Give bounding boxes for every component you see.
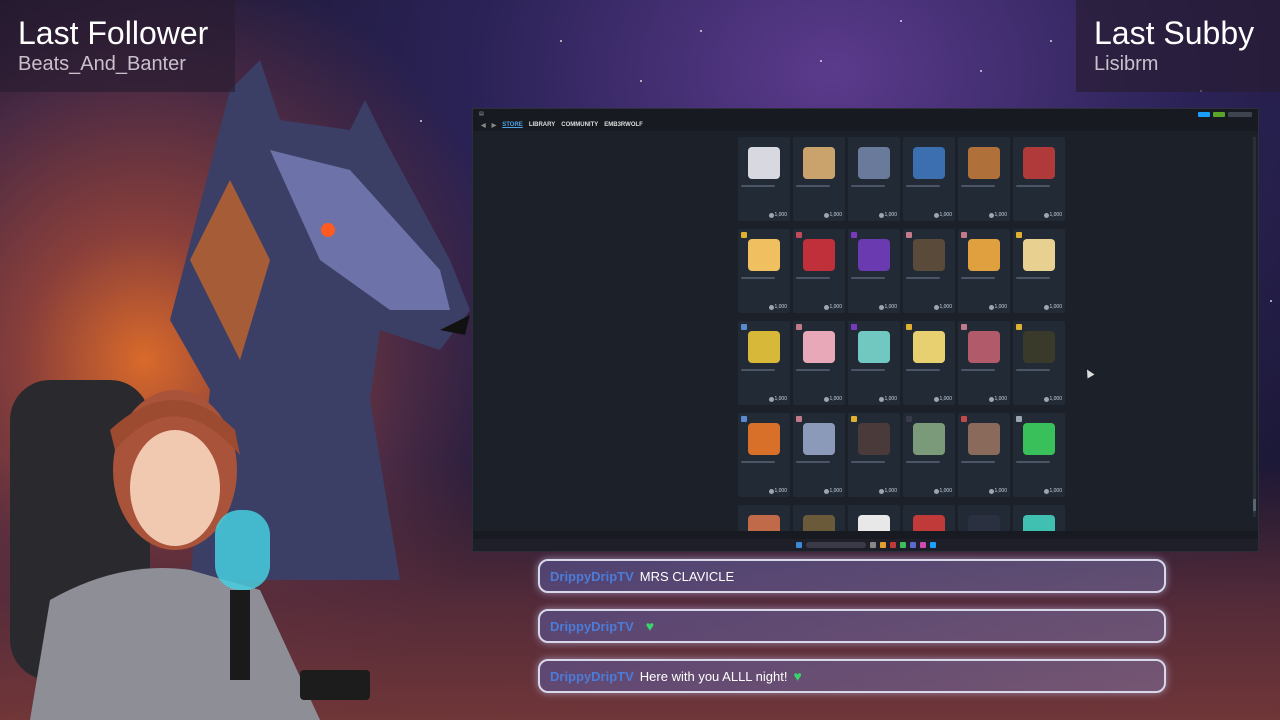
item-card[interactable]: 1,000 [738,413,790,497]
nav-community[interactable]: COMMUNITY [561,122,598,128]
item-card[interactable]: 1,000 [848,413,900,497]
windows-taskbar [473,539,1258,551]
green-heart-icon: ♥ [793,668,802,684]
item-card[interactable]: 1,000 [903,229,955,313]
taskbar-app-icon[interactable] [869,542,876,548]
item-card[interactable]: 1,000 [958,413,1010,497]
wallet-button[interactable] [1213,111,1225,117]
nav-library[interactable]: LIBRARY [529,122,555,128]
chat-username: DrippyDripTV [550,618,634,634]
item-card[interactable]: 1,000 [1013,321,1065,405]
item-card[interactable]: 1,000 [738,137,790,221]
item-card[interactable]: 1,000 [958,137,1010,221]
chat-text: Here with you ALLL night! [639,668,788,684]
last-follower-name: Beats_And_Banter [18,53,186,75]
scrollbar[interactable] [1253,137,1256,517]
item-card[interactable]: 1,000 [958,229,1010,313]
chat-username: DrippyDripTV [550,668,634,684]
item-card[interactable]: 1,000 [1013,413,1065,497]
scrollbar-thumb[interactable] [1253,499,1256,511]
forward-arrow-icon[interactable]: ▶ [492,122,497,129]
item-card[interactable]: 1,000 [903,413,955,497]
steam-titlebar: ▤ [473,109,1258,119]
grid-row: 1,000 1,000 1,000 1,000 1,000 1,000 [738,137,1068,221]
green-heart-icon: ♥ [645,618,655,634]
item-card[interactable]: 1,000 [793,137,845,221]
taskbar-app-icon[interactable] [899,542,906,548]
grid-row: 1,000 1,000 1,000 1,000 1,000 1,000 [738,321,1068,405]
item-card[interactable]: 1,000 [903,321,955,405]
steam-window: ▤ ◀ ▶ STORE LIBRARY COMMUNITY EMB3RWOLF … [472,108,1259,552]
item-card[interactable]: 1,000 [848,137,900,221]
item-card[interactable]: 1,000 [903,137,955,221]
chat-text: MRS CLAVICLE [639,568,735,584]
item-card[interactable]: 1,000 [738,321,790,405]
item-card[interactable]: 1,000 [793,413,845,497]
item-card[interactable]: 1,000 [1013,229,1065,313]
mouse-cursor-icon [1083,367,1095,379]
item-card[interactable]: 1,000 [958,321,1010,405]
item-card[interactable]: 1,000 [793,321,845,405]
taskbar-search[interactable] [805,542,866,548]
steam-nav: ◀ ▶ STORE LIBRARY COMMUNITY EMB3RWOLF [473,119,1258,131]
streamer-webcam [10,380,370,720]
last-subby-name: Lisibrm [1094,53,1159,75]
back-arrow-icon[interactable]: ◀ [481,122,486,129]
item-card[interactable]: 1,000 [793,229,845,313]
chat-message: DrippyDripTV ♥ [538,609,1166,643]
nav-profile[interactable]: EMB3RWOLF [604,122,643,128]
last-follower-title: Last Follower [18,15,209,51]
item-card[interactable]: 1,000 [738,229,790,313]
item-card[interactable]: 1,000 [1013,137,1065,221]
points-shop-grid: 1,000 1,000 1,000 1,000 1,000 1,000 1,00… [738,137,1068,547]
last-follower-panel: Last Follower Beats_And_Banter [0,0,235,92]
last-subby-panel: Last Subby Lisibrm [1076,0,1280,92]
taskbar-app-icon[interactable] [919,542,926,548]
grid-row: 1,000 1,000 1,000 1,000 1,000 1,000 [738,413,1068,497]
taskbar-app-icon[interactable] [879,542,886,548]
nav-store[interactable]: STORE [502,122,523,128]
chat-message: DrippyDripTV MRS CLAVICLE [538,559,1166,593]
chat-message: DrippyDripTV Here with you ALLL night! ♥ [538,659,1166,693]
chat-username: DrippyDripTV [550,568,634,584]
notifications-button[interactable] [1198,111,1210,117]
item-card[interactable]: 1,000 [848,229,900,313]
steam-status-bar [473,531,1258,539]
account-button[interactable] [1228,111,1252,117]
grid-row: 1,000 1,000 1,000 1,000 1,000 1,000 [738,229,1068,313]
item-card[interactable]: 1,000 [848,321,900,405]
last-subby-title: Last Subby [1094,15,1255,51]
taskbar-app-icon[interactable] [889,542,896,548]
taskbar-app-icon[interactable] [929,542,936,548]
steam-menu[interactable]: ▤ [479,111,484,117]
taskbar-app-icon[interactable] [909,542,916,548]
start-icon[interactable] [795,542,802,548]
window-controls [1198,111,1252,117]
